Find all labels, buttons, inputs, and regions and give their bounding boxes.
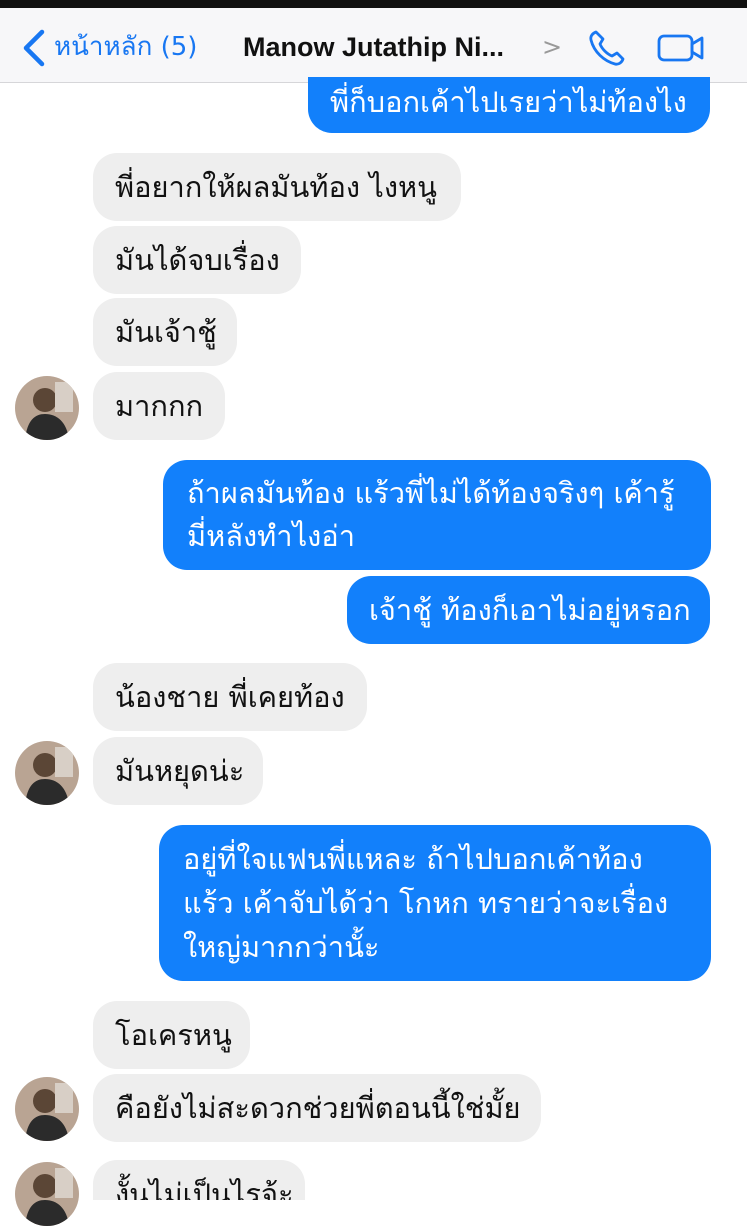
message-bubble-incoming[interactable]: มันหยุดน่ะ — [93, 737, 263, 805]
phone-call-icon[interactable] — [586, 28, 630, 68]
back-chevron-icon[interactable] — [18, 28, 48, 68]
message-bubble-incoming[interactable]: มากกก — [93, 372, 225, 440]
avatar[interactable] — [15, 1162, 79, 1226]
chevron-right-icon[interactable]: > — [542, 30, 562, 64]
message-bubble-incoming[interactable]: พี่อยากให้ผลมันท้อง ไงหนู — [93, 153, 461, 221]
message-bubble-incoming[interactable]: คือยังไม่สะดวกช่วยพี่ตอนนี้ใช่มั้ย — [93, 1074, 541, 1142]
message-bubble-outgoing[interactable]: ถ้าผลมันท้อง แร้วพี่ไม่ได้ท้องจริงๆ เค้า… — [163, 460, 711, 570]
message-bubble-outgoing[interactable]: พี่ก็บอกเค้าไปเรยว่าไม่ท้องไง — [308, 77, 710, 133]
conversation-header: หน้าหลัก (5) Manow Jutathip Ni... > — [0, 8, 747, 83]
message-bubble-outgoing[interactable]: เจ้าชู้ ท้องก็เอาไม่อยู่หรอก — [347, 576, 710, 644]
status-bar — [0, 0, 747, 8]
message-bubble-incoming[interactable]: โอเครหนู — [93, 1001, 250, 1069]
message-bubble-incoming[interactable]: มันได้จบเรื่อง — [93, 226, 301, 294]
message-bubble-incoming[interactable]: งั้นไม่เป็นไรจ้ะ — [93, 1160, 305, 1200]
message-bubble-incoming[interactable]: น้องชาย พี่เคยท้อง — [93, 663, 367, 731]
avatar[interactable] — [15, 376, 79, 440]
back-button[interactable]: หน้าหลัก (5) — [54, 30, 197, 64]
video-call-icon[interactable] — [656, 30, 708, 66]
message-bubble-outgoing[interactable]: อยู่ที่ใจแฟนพี่แหละ ถ้าไปบอกเค้าท้องแร้ว… — [159, 825, 711, 981]
avatar[interactable] — [15, 1077, 79, 1141]
message-bubble-incoming[interactable]: มันเจ้าชู้ — [93, 298, 237, 366]
avatar[interactable] — [15, 741, 79, 805]
contact-name[interactable]: Manow Jutathip Ni... — [243, 30, 504, 64]
